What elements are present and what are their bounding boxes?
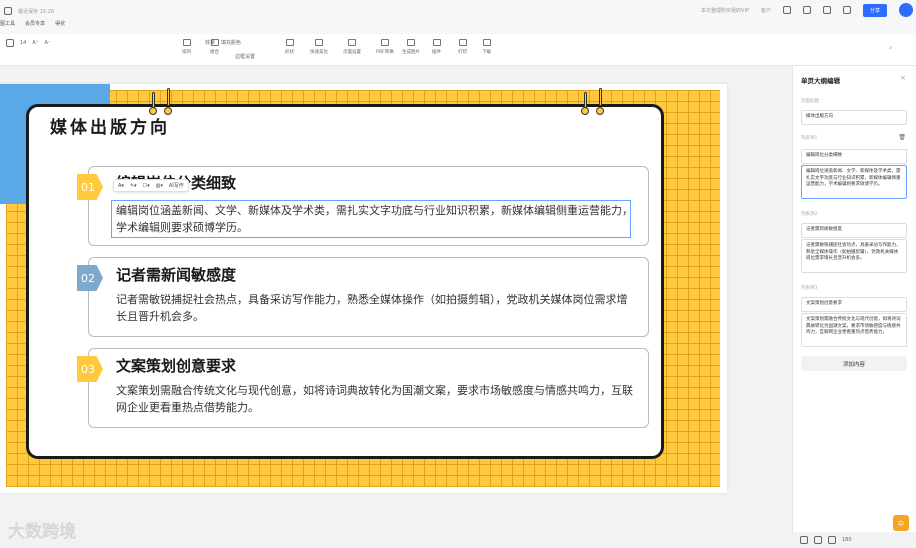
download-label[interactable]: 下载 [482,49,491,55]
delete-icon[interactable]: 🗑 [898,134,906,141]
font-controls: 14 A⁺ A⁻ [6,39,51,47]
slide[interactable]: 媒体出版方向 01 编辑岗位分类细致 A▾✎▾☐▾▥▾AI写作 编辑岗位涵盖新闻… [0,84,727,493]
vip-text[interactable]: 本次整理购买我的VIP [701,7,749,14]
title-bar: 最近保存 15:26 本次整理购买我的VIP 客户 分享 [0,0,916,20]
effect-button[interactable]: 效果 [205,39,215,46]
quick-label[interactable]: 快速美化 [310,49,328,55]
box-icon[interactable]: ☐▾ [143,183,150,189]
section-text-input[interactable]: 文案策划需融合传统文化与现代创意，如将诗词典故转化为国潮文案，要求市场敏感度与情… [801,313,907,347]
menu-item[interactable]: 图工具 [0,20,15,34]
sync-icon[interactable] [802,6,811,14]
export-img-label[interactable]: 生成图片 [402,49,420,55]
ring-icon [581,107,589,115]
pen-icon[interactable]: ✎▾ [130,183,137,189]
search-icon[interactable]: ⌕ [889,45,892,51]
add-content-button[interactable]: 添加内容 [801,356,907,371]
shape-icon[interactable] [182,39,191,46]
pdf-label[interactable]: PDF转换 [376,49,394,55]
close-icon[interactable]: × [900,74,906,82]
section-heading-input[interactable]: 编辑岗位分类细致 [801,149,907,164]
font-family-icon[interactable] [6,39,14,47]
page-title-label: 页面标题 [801,99,819,104]
menu-icon[interactable] [782,6,791,14]
collab-icon[interactable] [842,6,851,14]
section-label: 列表项1 [801,136,818,141]
print-icon[interactable] [458,39,467,46]
page-setting-label[interactable]: 页面设置 [343,49,361,55]
section-text-input[interactable]: 编辑岗位涵盖新闻、文学、新媒体及学术类，需扎实文字功底与行业知识积累，新媒体编辑… [801,165,907,199]
binder-clip-icon [167,88,170,106]
section-heading-input[interactable]: 记者需新闻敏感度 [801,223,907,238]
back-icon[interactable] [4,7,12,15]
binder-clip-icon [599,88,602,106]
download-icon[interactable] [482,39,491,46]
present-icon[interactable] [822,6,831,14]
star-icon[interactable] [285,39,294,46]
font-size-select[interactable]: 14 [20,40,26,46]
text-color-icon[interactable]: A▾ [118,183,124,189]
fill-color-button[interactable]: 填充颜色 [221,39,241,46]
outline-panel: 单页大纲编辑 × 页面标题 媒体出版方向 列表项1 🗑 编辑岗位分类细致 编辑岗… [792,66,916,532]
watermark: 大数跨境 [8,522,76,542]
ai-write-button[interactable]: AI写作 [169,182,184,189]
plugin-label[interactable]: 插件 [432,49,441,55]
ring-icon [596,107,604,115]
shape-label[interactable]: 形状 [285,49,294,55]
chart-icon[interactable]: ▥▾ [156,183,163,189]
item-text[interactable]: 文案策划需融合传统文化与现代创意，如将诗词典故转化为国潮文案，要求市场敏感度与情… [116,382,636,416]
pdf-icon[interactable] [380,39,389,46]
page-setting-icon[interactable] [348,39,356,46]
print-label[interactable]: 打印 [458,49,467,55]
layout-icon[interactable] [800,536,808,544]
panel-title: 单页大纲编辑 [801,77,840,85]
item-heading[interactable]: 记者需新闻敏感度 [116,264,236,285]
image-icon[interactable] [407,39,415,46]
section-label: 列表项2 [801,212,818,217]
selection-box[interactable] [111,200,631,238]
section-text-input[interactable]: 记者需敏锐捕捉社会热点，具备采访写作能力，熟悉全媒体操作（如拍摄剪辑），党政机关… [801,239,907,273]
grow-font-icon[interactable]: A⁺ [32,40,38,46]
status-bar: 180 [792,532,916,548]
username[interactable]: 客户 [761,7,771,14]
section-label: 列表项3 [801,286,818,291]
page-title-input[interactable]: 媒体出版方向 [801,110,907,125]
section-heading-input[interactable]: 文案策划创意要求 [801,297,907,312]
zoom-level[interactable]: 180 [842,537,852,543]
avatar[interactable] [899,3,913,17]
menu-item[interactable]: 得状 [55,20,65,34]
toolbar: 14 A⁺ A⁻ 排列 组合 效果 填充颜色 边框设置 形状 快速美化 页面设置 … [0,34,916,66]
share-button[interactable]: 分享 [862,3,887,17]
assistant-badge[interactable]: 中 [893,515,909,531]
fit-icon[interactable] [828,536,836,544]
menu-item[interactable]: 会员专享 [25,20,45,34]
magic-icon[interactable] [315,39,323,46]
item-text[interactable]: 记者需敏锐捕捉社会热点，具备采访写作能力，熟悉全媒体操作（如拍摄剪辑），党政机关… [116,291,636,325]
slide-title[interactable]: 媒体出版方向 [50,113,170,138]
mini-text-toolbar: A▾ ✎▾ ☐▾ ▥▾ AI写作 [113,179,189,192]
menu-bar: 图工具 会员专享 得状 [0,20,916,34]
save-status: 最近保存 15:26 [18,8,54,15]
plugin-icon[interactable] [432,39,441,46]
shrink-font-icon[interactable]: A⁻ [44,40,50,46]
arrange-label[interactable]: 排列 [182,49,191,55]
notes-icon[interactable] [814,536,822,544]
item-heading[interactable]: 文案策划创意要求 [116,355,236,376]
align-label[interactable]: 组合 [210,49,219,55]
outline-button[interactable]: 边框设置 [235,53,255,60]
